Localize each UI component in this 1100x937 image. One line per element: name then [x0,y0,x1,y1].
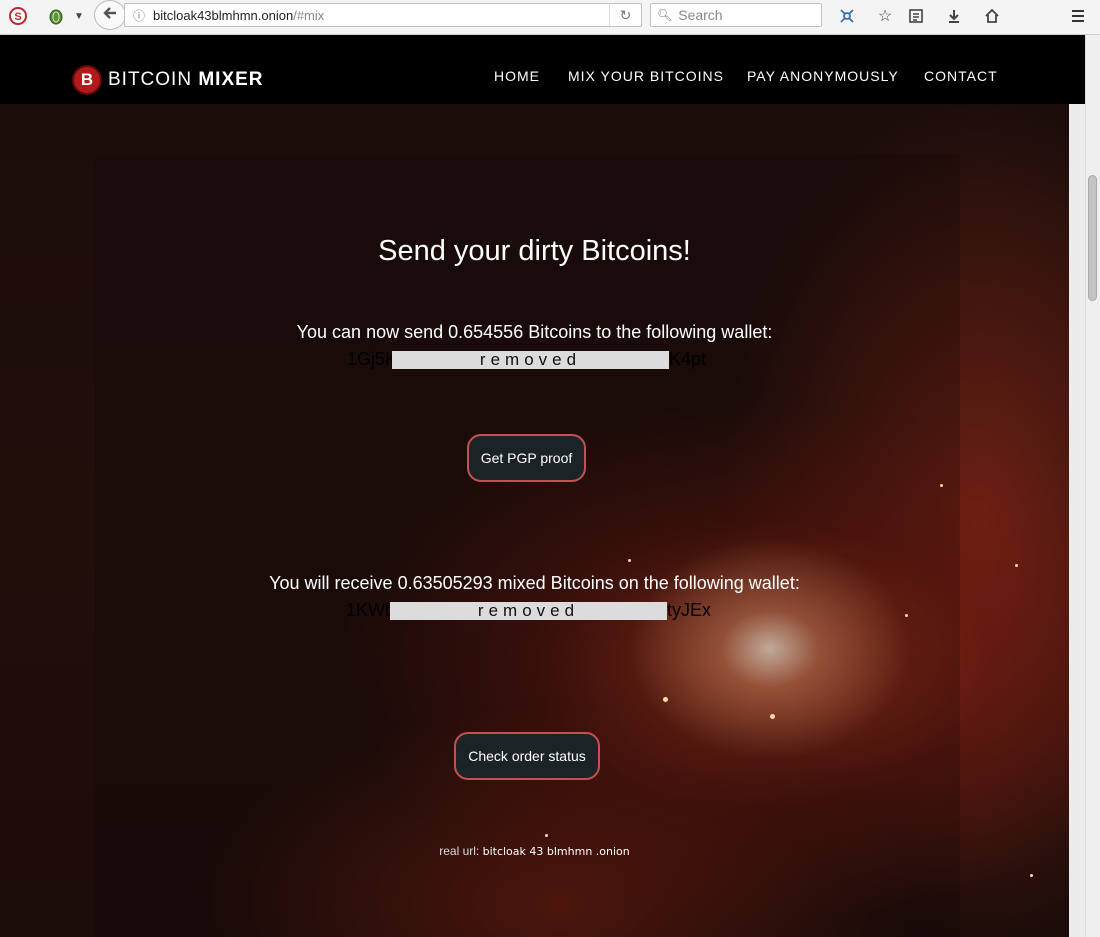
star-decoration [545,834,548,837]
real-url-label: real url: [439,844,480,858]
brand-word-mixer: MIXER [198,69,264,90]
star-decoration [1015,564,1018,567]
svg-text:S: S [14,11,21,23]
back-button[interactable] [94,0,126,30]
star-decoration [663,697,668,702]
scrollbar-thumb[interactable] [1088,175,1097,301]
search-icon: 🔍︎ [657,8,673,22]
redaction-box: removed [392,351,669,369]
star-decoration [770,714,775,719]
real-url-note: real url: bitcloak 43 blmhmn .onion [0,844,1069,858]
bitcoin-logo-icon[interactable]: B [72,65,102,95]
site-brand[interactable]: BITCOIN MIXER [108,69,264,91]
send-wallet-suffix: K4pt [669,349,707,369]
get-pgp-proof-button[interactable]: Get PGP proof [467,434,586,482]
nav-mix-your-bitcoins[interactable]: MIX YOUR BITCOINS [568,68,724,84]
menu-icon[interactable] [1066,5,1090,27]
tor-onion-icon[interactable] [44,5,68,27]
nav-pay-anonymously[interactable]: PAY ANONYMOUSLY [747,68,899,84]
content-panel [95,154,960,937]
brand-word-bitcoin: BITCOIN [108,69,193,90]
reader-list-icon[interactable] [904,5,928,27]
download-icon[interactable] [942,5,966,27]
page-title: Send your dirty Bitcoins! [378,235,691,267]
dropdown-arrow-icon[interactable]: ▼ [67,5,91,27]
vertical-scrollbar[interactable] [1085,35,1100,937]
back-arrow-icon [102,5,118,26]
real-url-value: bitcloak 43 blmhmn .onion [482,845,630,858]
check-order-status-button[interactable]: Check order status [454,732,600,780]
page-viewport: B BITCOIN MIXER HOME MIX YOUR BITCOINS P… [0,35,1085,937]
star-decoration [940,484,943,487]
reload-icon[interactable]: ↻ [609,4,641,26]
url-path: /#mix [293,7,325,23]
bookmark-star-icon[interactable]: ☆ [873,5,897,27]
home-icon[interactable] [980,5,1004,27]
star-decoration [1030,874,1033,877]
redaction-box: removed [390,602,667,620]
send-instructions: You can now send 0.654556 Bitcoins to th… [296,322,773,342]
send-wallet-prefix: 1Gj5K [347,349,398,369]
url-host: bitcloak43blmhmn.onion [153,7,294,23]
site-header: B BITCOIN MIXER HOME MIX YOUR BITCOINS P… [0,35,1085,104]
search-input[interactable]: 🔍︎ Search [650,3,822,27]
browser-toolbar: S ▼ ⓘ bitcloak43blmhmn.onion/#mix ↻ 🔍︎ S… [0,0,1100,35]
nav-home[interactable]: HOME [494,68,540,84]
network-icon[interactable] [835,5,859,27]
receive-instructions: You will receive 0.63505293 mixed Bitcoi… [269,573,800,593]
url-bar[interactable]: ⓘ bitcloak43blmhmn.onion/#mix ↻ [124,3,642,27]
receive-wallet-prefix: 1KWb [346,600,396,620]
receive-wallet-suffix: tyJEx [667,600,712,620]
star-decoration [905,614,908,617]
star-decoration [628,559,631,562]
nav-contact[interactable]: CONTACT [924,68,998,84]
hero-section: Send your dirty Bitcoins! You can now se… [0,104,1069,937]
search-placeholder: Search [678,7,723,23]
info-icon[interactable]: ⓘ [125,7,153,24]
noscript-icon[interactable]: S [6,5,30,27]
